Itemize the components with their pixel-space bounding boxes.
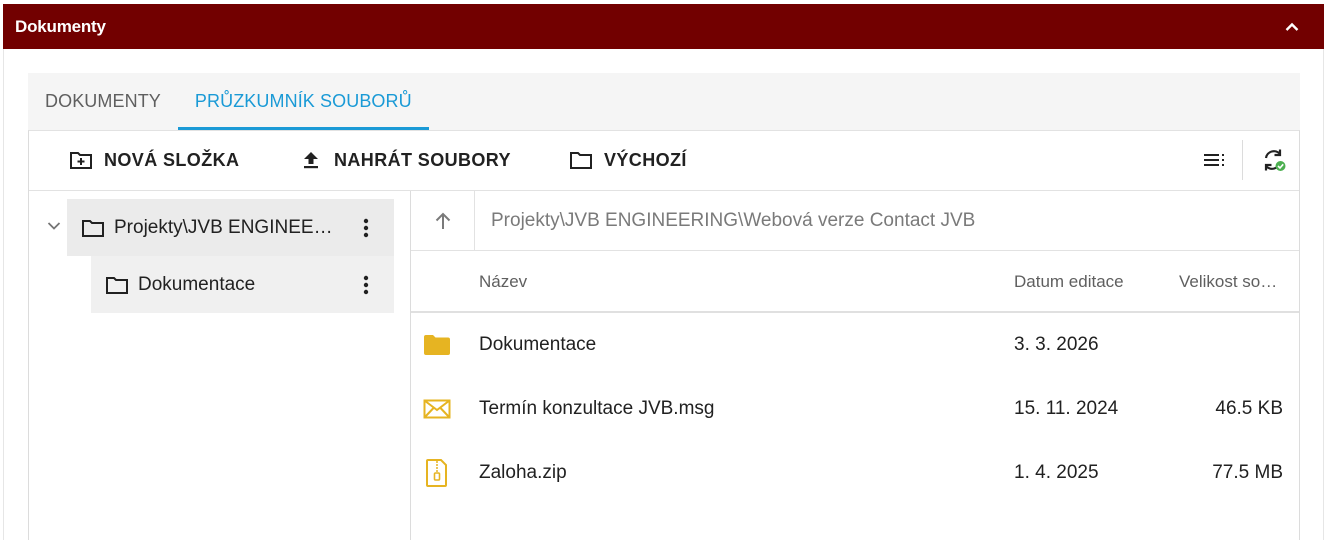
tab-dokumenty[interactable]: DOKUMENTY — [28, 73, 178, 130]
file-date: 3. 3. 2026 — [1014, 334, 1099, 355]
sync-check-icon[interactable] — [1253, 139, 1295, 181]
chevron-down-icon[interactable] — [47, 218, 61, 236]
file-size: 46.5 KB — [1215, 398, 1283, 419]
table-row[interactable]: Zaloha.zip 1. 4. 2025 77.5 MB — [411, 441, 1299, 505]
table-row[interactable]: Dokumentace 3. 3. 2026 — [411, 313, 1299, 377]
default-folder-button[interactable]: VÝCHOZÍ — [569, 140, 687, 180]
panel-title: Dokumenty — [15, 16, 106, 36]
breadcrumb[interactable]: Projekty\JVB ENGINEERING\Webová verze Co… — [475, 210, 975, 232]
folder-icon — [105, 275, 129, 295]
tree-node-label: Projekty\JVB ENGINEERING — [114, 216, 346, 238]
more-options-icon[interactable] — [356, 217, 376, 239]
file-name: Termín konzultace JVB.msg — [479, 398, 715, 419]
chevron-up-icon[interactable] — [1282, 17, 1302, 37]
file-name: Zaloha.zip — [479, 462, 567, 483]
column-header-size[interactable]: Velikost souboru — [1179, 272, 1284, 292]
column-header-date[interactable]: Datum editace — [1014, 272, 1124, 292]
list-view-icon[interactable] — [1194, 139, 1236, 181]
address-bar: Projekty\JVB ENGINEERING\Webová verze Co… — [411, 190, 1299, 251]
column-header-name[interactable]: Název — [479, 272, 527, 292]
tab-bar: DOKUMENTY PRŮZKUMNÍK SOUBORŮ — [28, 73, 1300, 130]
file-name: Dokumentace — [479, 334, 597, 355]
upload-icon — [304, 152, 318, 169]
tree-node-dokumentace[interactable]: Dokumentace — [91, 256, 394, 313]
toolbar-divider — [1242, 140, 1243, 180]
folder-icon — [81, 218, 105, 238]
file-explorer: NOVÁ SLOŽKA NAHRÁT SOUBORY VÝCHOZÍ Proje… — [28, 130, 1300, 540]
upload-label: NAHRÁT SOUBORY — [334, 149, 511, 170]
folder-icon — [570, 152, 592, 169]
new-folder-label: NOVÁ SLOŽKA — [104, 149, 240, 170]
table-row[interactable]: Termín konzultace JVB.msg 15. 11. 2024 4… — [411, 377, 1299, 441]
tab-pruzkumnik-souboru[interactable]: PRŮZKUMNÍK SOUBORŮ — [177, 73, 429, 130]
upload-files-button[interactable]: NAHRÁT SOUBORY — [299, 140, 511, 180]
explorer-toolbar: NOVÁ SLOŽKA NAHRÁT SOUBORY VÝCHOZÍ — [29, 131, 1299, 191]
panel-header[interactable]: Dokumenty — [3, 4, 1324, 49]
new-folder-icon — [70, 152, 92, 169]
file-date: 1. 4. 2025 — [1014, 462, 1099, 483]
tree-node-root[interactable]: Projekty\JVB ENGINEERING — [67, 199, 394, 256]
folder-icon — [423, 331, 451, 359]
content-pane: Projekty\JVB ENGINEERING\Webová verze Co… — [411, 190, 1299, 540]
arrow-up-icon[interactable] — [411, 190, 475, 251]
grid-header: Název Datum editace Velikost souboru — [411, 251, 1299, 313]
mail-icon — [423, 395, 451, 423]
file-date: 15. 11. 2024 — [1014, 398, 1119, 419]
default-label: VÝCHOZÍ — [604, 149, 687, 170]
new-folder-button[interactable]: NOVÁ SLOŽKA — [69, 140, 239, 180]
file-size: 77.5 MB — [1212, 462, 1283, 483]
zip-file-icon — [423, 459, 451, 487]
tree-node-label: Dokumentace — [138, 273, 256, 295]
toolbar-right-group — [1194, 139, 1299, 181]
more-options-icon[interactable] — [356, 274, 376, 296]
navigation-pane: Projekty\JVB ENGINEERING Dokumentace — [29, 191, 411, 540]
